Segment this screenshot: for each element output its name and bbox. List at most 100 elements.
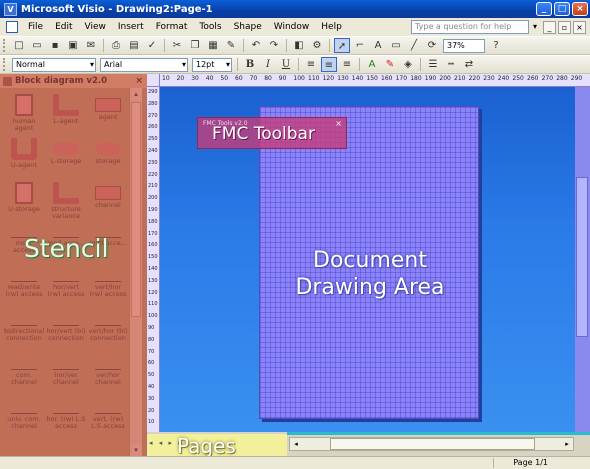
scroll-down-icon[interactable]: ▾ — [130, 444, 142, 456]
email-icon[interactable]: ✉ — [83, 38, 99, 53]
line-tool-icon[interactable]: ╱ — [406, 38, 422, 53]
copy-icon[interactable]: ❐ — [187, 38, 203, 53]
stencil-shape-item[interactable]: univ. com. channel — [4, 398, 44, 448]
new-icon[interactable]: □ — [11, 38, 27, 53]
text-tool-icon[interactable]: A — [370, 38, 386, 53]
scroll-left-icon[interactable]: ◂ — [290, 438, 302, 450]
menu-shape[interactable]: Shape — [228, 22, 268, 32]
stencil-shape-item[interactable]: U-storage — [4, 178, 44, 228]
permission-icon[interactable]: ▣ — [65, 38, 81, 53]
maximize-button[interactable]: □ — [554, 2, 570, 16]
horizontal-scrollbar[interactable]: ◂ ▸ — [289, 437, 574, 451]
rectangle-tool-icon[interactable]: ▭ — [388, 38, 404, 53]
stencil-shape-item[interactable]: hor. (rw) L.S access — [46, 398, 86, 448]
stencil-shape-item[interactable]: vert/hor (bi) connection — [88, 310, 128, 360]
print-preview-icon[interactable]: ▤ — [126, 38, 142, 53]
stencil-shape-item[interactable]: hor/ver channel — [46, 354, 86, 404]
redo-icon[interactable]: ↷ — [266, 38, 282, 53]
stencil-shape-item[interactable]: hor/vert (bi) connection — [46, 310, 86, 360]
scroll-up-icon[interactable]: ▴ — [130, 88, 142, 100]
stencil-shape-item[interactable]: L-agent — [46, 90, 86, 140]
stencil-shape-item[interactable]: hor/vert (rw) access — [46, 266, 86, 316]
horizontal-ruler[interactable]: 10 20 30 40 50 60 70 80 90 100 110 120 130 140 150 160 1… — [160, 74, 590, 87]
stencil-shape-item[interactable]: com. channel — [4, 354, 44, 404]
page-tabs-area[interactable]: ◂ ◂ ▸ ▸ Pages — [147, 434, 287, 458]
horizontal-scroll-thumb[interactable] — [330, 438, 535, 450]
menu-tools[interactable]: Tools — [193, 22, 227, 32]
help-dropdown-icon[interactable]: ▾ — [529, 20, 541, 34]
menu-edit[interactable]: Edit — [49, 22, 78, 32]
drawing-page[interactable]: Document Drawing Area — [259, 106, 479, 419]
vertical-ruler[interactable]: 290 280 270 260 250 240 230 220 210 200 190 180 170 1… — [147, 87, 160, 434]
stencil-shape-item[interactable]: bidirectional connection — [4, 310, 44, 360]
line-pattern-icon[interactable]: ┅ — [443, 57, 459, 72]
doc-restore-button[interactable]: ▫ — [558, 20, 571, 34]
menu-help[interactable]: Help — [315, 22, 348, 32]
menu-insert[interactable]: Insert — [112, 22, 150, 32]
stencil-shape-item[interactable]: channel — [88, 178, 128, 228]
zoom-select[interactable]: 37% — [443, 38, 485, 53]
shapes-icon[interactable]: ◧ — [291, 38, 307, 53]
visio-app-icon[interactable]: V — [4, 2, 17, 16]
paste-icon[interactable]: ▦ — [205, 38, 221, 53]
rotate-tool-icon[interactable]: ⟳ — [424, 38, 440, 53]
menu-view[interactable]: View — [79, 22, 112, 32]
menu-window[interactable]: Window — [268, 22, 316, 32]
print-icon[interactable]: ⎙ — [108, 38, 124, 53]
doc-minimize-button[interactable]: _ — [543, 20, 556, 34]
vertical-scroll-thumb[interactable] — [576, 177, 588, 337]
line-weight-icon[interactable]: ☰ — [425, 57, 441, 72]
stencil-close-icon[interactable]: × — [135, 76, 143, 86]
connector-tool-icon[interactable]: ⌐ — [352, 38, 368, 53]
fill-color-icon[interactable]: ◈ — [400, 57, 416, 72]
open-icon[interactable]: ▭ — [29, 38, 45, 53]
line-color-icon[interactable]: ✎ — [382, 57, 398, 72]
connectors-icon[interactable]: ⚙ — [309, 38, 325, 53]
stencil-scroll-thumb[interactable] — [131, 102, 141, 317]
help-icon[interactable]: ? — [488, 38, 504, 53]
align-left-icon[interactable]: ≡ — [303, 57, 319, 72]
stencil-shape-item[interactable]: vert. (rw) L.S access — [88, 398, 128, 448]
stencil-shape-item[interactable]: L-storage — [46, 134, 86, 184]
stencil-shape-item[interactable]: vert/hor (rw) access — [88, 266, 128, 316]
italic-icon[interactable]: I — [260, 57, 276, 72]
stencil-shape-item[interactable]: agent — [88, 90, 128, 140]
line-ends-icon[interactable]: ⇄ — [461, 57, 477, 72]
format-painter-icon[interactable]: ✎ — [223, 38, 239, 53]
cut-icon[interactable]: ✂ — [169, 38, 185, 53]
spelling-icon[interactable]: ✓ — [144, 38, 160, 53]
close-button[interactable]: × — [572, 2, 588, 16]
scroll-right-icon[interactable]: ▸ — [561, 438, 573, 450]
ruler-corner[interactable] — [147, 74, 160, 87]
document-icon[interactable] — [6, 21, 18, 33]
stencil-shape-item[interactable]: structure variance — [46, 178, 86, 228]
stencil-shape-item[interactable]: read/write (rw) access — [4, 266, 44, 316]
menu-format[interactable]: Format — [150, 22, 194, 32]
stencil-header[interactable]: Block diagram v2.0 × — [0, 74, 147, 88]
undo-icon[interactable]: ↶ — [248, 38, 264, 53]
style-select[interactable]: Normal — [12, 57, 96, 72]
bold-icon[interactable]: B — [242, 57, 258, 72]
fmc-toolbar[interactable]: FMC Tools v2.0 × FMC Toolbar — [197, 117, 347, 149]
font-select[interactable]: Arial — [100, 57, 188, 72]
vertical-scrollbar[interactable] — [575, 87, 590, 432]
toolbar-grip[interactable] — [3, 58, 7, 71]
stencil-shape-item[interactable]: U-agent — [4, 134, 44, 184]
stencil-scrollbar[interactable]: ▴ ▾ — [129, 88, 142, 456]
align-center-icon[interactable]: ≡ — [321, 57, 337, 72]
stencil-shape-item[interactable]: ver/hor channel — [88, 354, 128, 404]
underline-icon[interactable]: U — [278, 57, 294, 72]
toolbar-grip[interactable] — [3, 39, 7, 52]
doc-close-button[interactable]: × — [573, 20, 586, 34]
pointer-tool-icon[interactable]: ➚ — [334, 38, 350, 53]
fmc-close-icon[interactable]: × — [335, 119, 342, 128]
stencil-shape-item[interactable]: human agent — [4, 90, 44, 140]
align-right-icon[interactable]: ≡ — [339, 57, 355, 72]
menu-file[interactable]: File — [22, 22, 49, 32]
font-color-icon[interactable]: A — [364, 57, 380, 72]
font-size-select[interactable]: 12pt — [192, 57, 232, 72]
stencil-shape-item[interactable]: storage — [88, 134, 128, 184]
minimize-button[interactable]: _ — [536, 2, 552, 16]
save-icon[interactable]: ▪ — [47, 38, 63, 53]
help-search-input[interactable]: Type a question for help — [411, 20, 529, 34]
